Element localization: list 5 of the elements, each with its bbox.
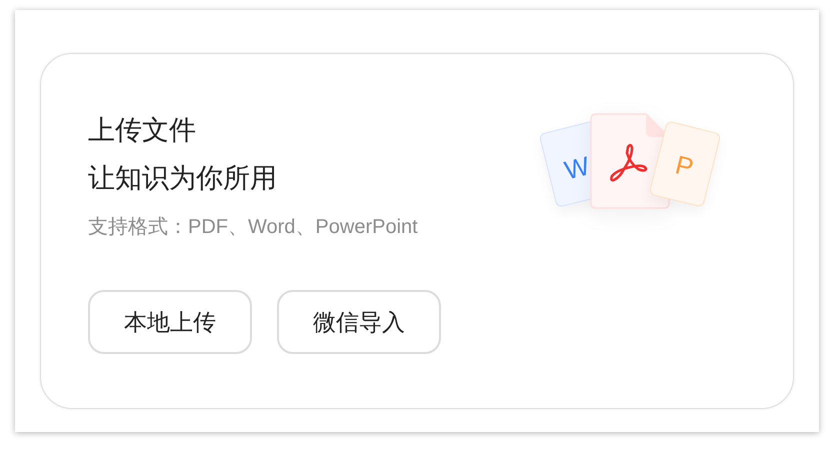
card-title: 上传文件: [88, 114, 196, 147]
card-title: 让知识为你所用: [88, 162, 277, 195]
supported-formats-text: 支持格式：PDF、Word、PowerPoint: [88, 215, 418, 240]
upload-button[interactable]: 微信导入: [277, 290, 441, 354]
upload-button[interactable]: 本地上传: [88, 290, 252, 354]
